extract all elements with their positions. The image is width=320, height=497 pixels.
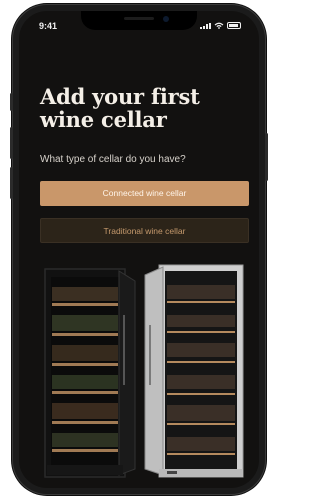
phone-frame: 9:41 Add your first wine cellar What typ… (10, 5, 268, 494)
notch (81, 11, 197, 30)
black-wine-cellar-image (44, 268, 136, 478)
signal-icon (200, 23, 211, 29)
stainless-wine-cellar-image (144, 264, 244, 478)
volume-down-button (10, 167, 13, 199)
status-time: 9:41 (39, 21, 58, 31)
wifi-icon (214, 22, 224, 29)
page-subtitle: What type of cellar do you have? (40, 154, 186, 165)
connected-wine-cellar-button[interactable]: Connected wine cellar (40, 181, 249, 206)
camera-icon (163, 16, 169, 22)
speaker-grille (124, 17, 154, 20)
power-button (265, 133, 268, 181)
wine-cellars-illustration (44, 264, 244, 478)
volume-up-button (10, 127, 13, 159)
page-title: Add your first wine cellar (40, 84, 200, 132)
mute-switch (10, 93, 13, 111)
status-icons (200, 22, 241, 29)
battery-icon (227, 22, 241, 29)
app-screen: 9:41 Add your first wine cellar What typ… (19, 11, 259, 488)
traditional-wine-cellar-button[interactable]: Traditional wine cellar (40, 218, 249, 243)
